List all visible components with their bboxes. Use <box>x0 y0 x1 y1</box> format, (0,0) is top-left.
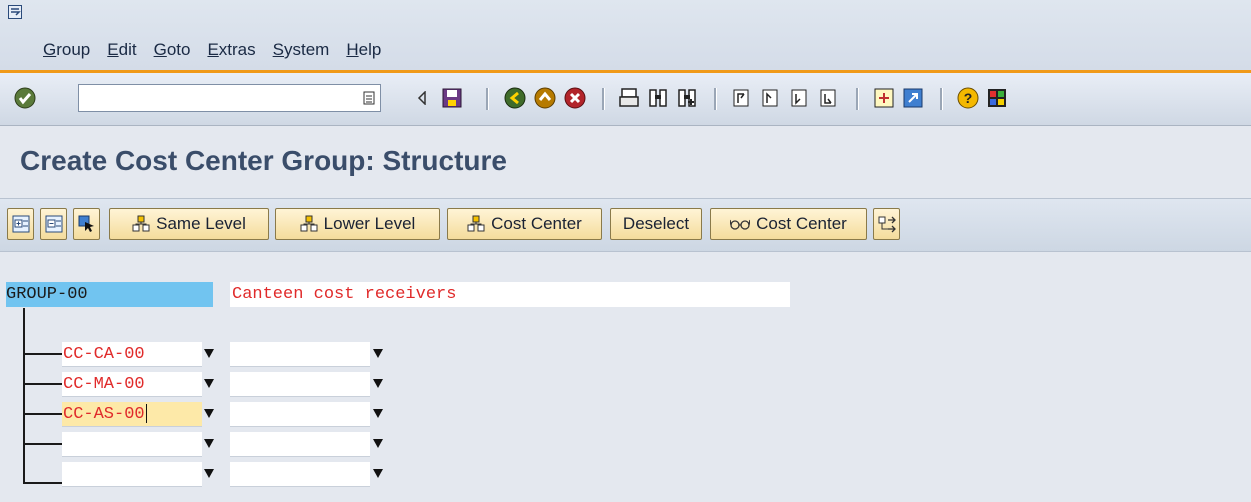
shortcut-icon[interactable] <box>902 86 924 110</box>
collapse-subtree-button[interactable] <box>40 208 67 240</box>
help-icon[interactable]: ? <box>957 86 979 110</box>
menu-group[interactable]: Group <box>43 40 90 62</box>
expand-subtree-icon <box>12 215 29 233</box>
system-menu-icon[interactable] <box>8 5 22 19</box>
menu-goto[interactable]: Goto <box>154 40 191 62</box>
cost-center-description-field[interactable] <box>230 462 370 487</box>
cancel-icon[interactable] <box>564 86 586 110</box>
find-icon[interactable] <box>647 86 669 110</box>
move-node-button[interactable] <box>873 208 900 240</box>
display-cost-center-label: Cost Center <box>756 214 847 233</box>
last-page-icon[interactable] <box>818 86 840 110</box>
customize-layout-icon[interactable] <box>986 86 1008 110</box>
move-node-icon <box>878 216 896 233</box>
cost-center-field[interactable]: CC-CA-00 <box>62 342 202 367</box>
cost-center-description-field[interactable] <box>230 432 370 457</box>
lower-level-button[interactable]: Lower Level <box>275 208 440 240</box>
save-icon[interactable] <box>441 86 463 110</box>
cost-center-field[interactable] <box>62 462 202 487</box>
tree-connector <box>23 308 25 484</box>
dropdown-arrow-icon[interactable] <box>373 379 383 388</box>
create-session-icon[interactable] <box>873 86 895 110</box>
dropdown-arrow-icon[interactable] <box>373 349 383 358</box>
application-toolbar: Same Level Lower Level Cost Center Desel… <box>0 198 1251 252</box>
command-input[interactable] <box>83 86 347 112</box>
tree-branch <box>23 383 63 385</box>
toolbar-separator <box>714 88 717 110</box>
cost-center-field[interactable] <box>62 432 202 457</box>
cost-center-description-field[interactable] <box>230 402 370 427</box>
display-cost-center-button[interactable]: Cost Center <box>710 208 867 240</box>
toolbar-separator <box>856 88 859 110</box>
tree-branch <box>23 353 63 355</box>
toolbar-separator <box>940 88 943 110</box>
dropdown-arrow-icon[interactable] <box>204 379 214 388</box>
hierarchy-icon <box>300 215 318 233</box>
toolbar-separator <box>602 88 605 110</box>
toolbar-separator <box>486 88 489 110</box>
tree-branch <box>23 443 63 445</box>
same-level-button[interactable]: Same Level <box>109 208 269 240</box>
print-icon[interactable] <box>618 86 640 110</box>
group-id-field[interactable]: GROUP-00 <box>6 282 213 307</box>
menu-area: Group Edit Goto Extras System Help <box>0 0 1251 70</box>
insert-cost-center-button[interactable]: Cost Center <box>447 208 602 240</box>
dropdown-arrow-icon[interactable] <box>204 349 214 358</box>
next-page-icon[interactable] <box>789 86 811 110</box>
tree-branch <box>23 413 63 415</box>
tree-branch <box>23 482 63 484</box>
enter-icon[interactable] <box>14 86 36 110</box>
dropdown-arrow-icon[interactable] <box>204 469 214 478</box>
exit-icon[interactable] <box>534 86 556 110</box>
cost-center-description-field[interactable] <box>230 342 370 367</box>
dropdown-arrow-icon[interactable] <box>373 469 383 478</box>
hierarchy-icon <box>467 215 485 233</box>
dropdown-arrow-icon[interactable] <box>373 439 383 448</box>
command-field-history-icon[interactable] <box>358 86 380 110</box>
cost-center-field-focused[interactable]: CC-AS-00 <box>62 402 202 427</box>
cost-center-field[interactable]: CC-MA-00 <box>62 372 202 397</box>
dropdown-arrow-icon[interactable] <box>204 409 214 418</box>
first-page-icon[interactable] <box>731 86 753 110</box>
page-title: Create Cost Center Group: Structure <box>20 145 507 176</box>
menu-help[interactable]: Help <box>346 40 381 62</box>
cost-center-value: CC-MA-00 <box>63 375 145 394</box>
lower-level-label: Lower Level <box>323 214 416 233</box>
back-arrow-icon[interactable] <box>411 86 433 110</box>
select-cursor-icon <box>78 215 94 232</box>
insert-cost-center-label: Cost Center <box>491 214 582 233</box>
cost-center-value: CC-CA-00 <box>63 345 145 364</box>
hierarchy-icon <box>132 215 150 233</box>
menu-system[interactable]: System <box>273 40 330 62</box>
command-field[interactable] <box>78 84 381 112</box>
same-level-label: Same Level <box>156 214 246 233</box>
standard-toolbar: ? <box>0 73 1251 126</box>
cost-center-description-field[interactable] <box>230 372 370 397</box>
menu-extras[interactable]: Extras <box>207 40 255 62</box>
dropdown-arrow-icon[interactable] <box>373 409 383 418</box>
text-cursor <box>145 404 147 424</box>
deselect-button[interactable]: Deselect <box>610 208 702 240</box>
expand-subtree-button[interactable] <box>7 208 34 240</box>
svg-text:?: ? <box>964 90 973 106</box>
glasses-icon <box>730 217 751 231</box>
cost-center-value: CC-AS-00 <box>63 405 145 424</box>
select-button[interactable] <box>73 208 100 240</box>
menu-bar: Group Edit Goto Extras System Help <box>43 40 398 62</box>
previous-page-icon[interactable] <box>760 86 782 110</box>
menu-edit[interactable]: Edit <box>107 40 136 62</box>
find-next-icon[interactable] <box>676 86 698 110</box>
group-description-field[interactable]: Canteen cost receivers <box>230 282 790 307</box>
collapse-subtree-icon <box>45 215 62 233</box>
dropdown-arrow-icon[interactable] <box>204 439 214 448</box>
back-icon[interactable] <box>504 86 526 110</box>
deselect-label: Deselect <box>622 214 690 233</box>
